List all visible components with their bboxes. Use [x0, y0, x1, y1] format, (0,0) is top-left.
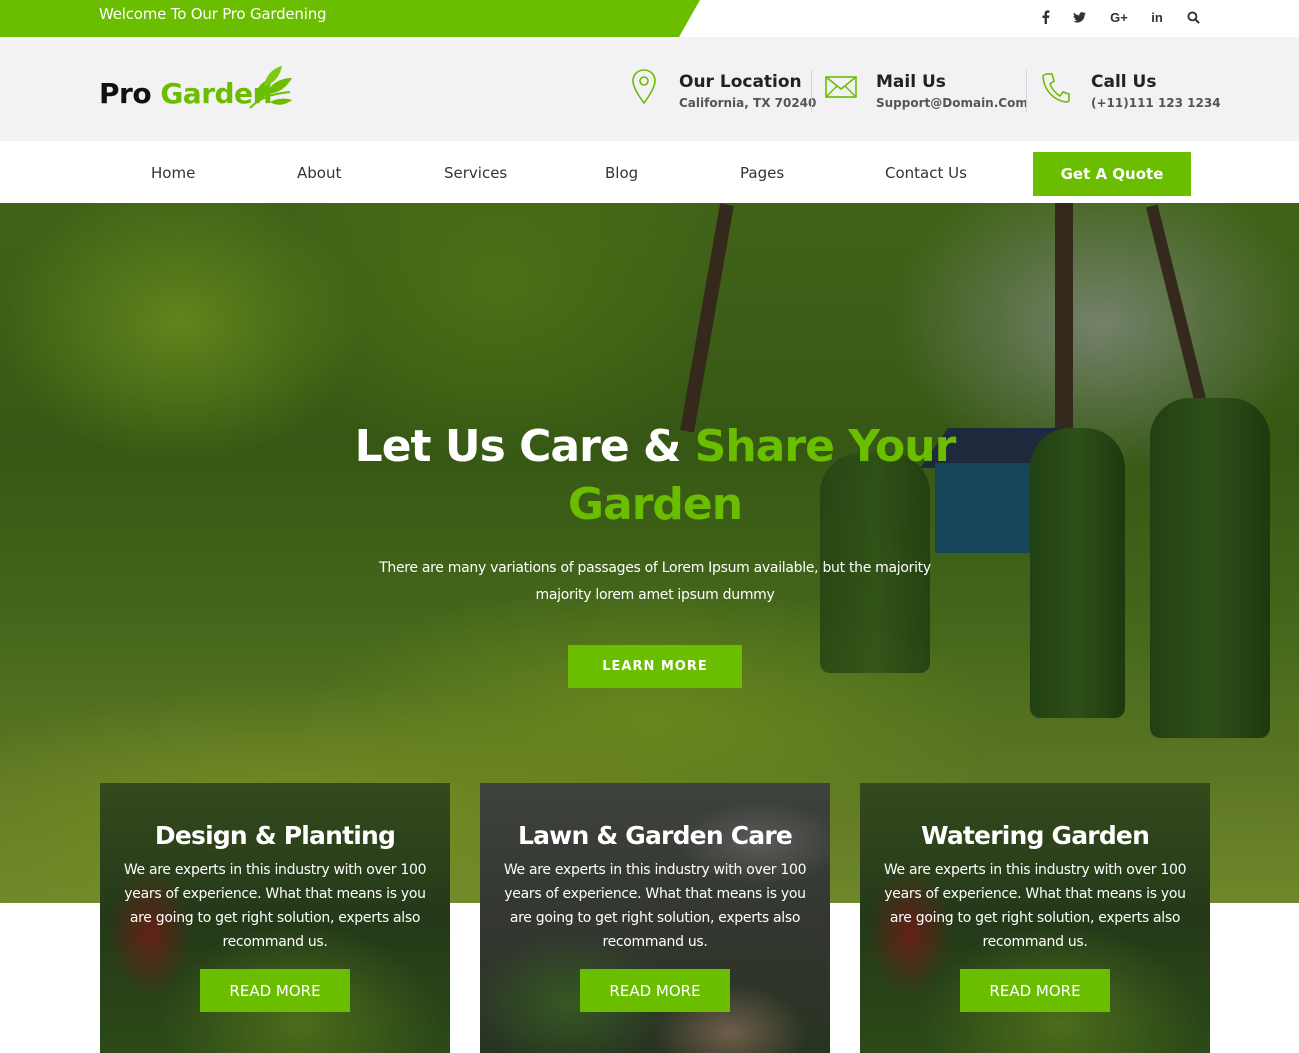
- header-divider: [811, 70, 812, 112]
- hero-description: There are many variations of passages of…: [379, 560, 931, 603]
- learn-more-button[interactable]: LEARN MORE: [568, 645, 742, 688]
- service-card-lawn-garden-care: Lawn & Garden Care We are experts in thi…: [480, 783, 830, 1053]
- hero-title: Let Us Care & Share Your Garden: [350, 418, 960, 534]
- twitter-icon[interactable]: [1068, 6, 1090, 28]
- google-plus-icon[interactable]: G+: [1107, 6, 1131, 28]
- search-icon[interactable]: [1182, 6, 1204, 28]
- read-more-button[interactable]: READ MORE: [960, 969, 1110, 1012]
- logo-text-pro: Pro: [99, 77, 152, 110]
- call-value[interactable]: (+11)111 123 1234: [1091, 96, 1221, 110]
- envelope-icon: [825, 76, 857, 98]
- top-bar: Welcome To Our Pro Gardening G+ in: [0, 0, 1299, 37]
- service-card-watering-garden: Watering Garden We are experts in this i…: [860, 783, 1210, 1053]
- card-title: Lawn & Garden Care: [517, 821, 793, 850]
- nav-item-contact-us[interactable]: Contact Us: [885, 164, 967, 182]
- mail-title: Mail Us: [876, 72, 946, 92]
- nav-item-blog[interactable]: Blog: [605, 164, 638, 182]
- card-text: We are experts in this industry with ove…: [883, 862, 1187, 950]
- location-value: California, TX 70240: [679, 96, 817, 110]
- mail-value[interactable]: Support@Domain.Com: [876, 96, 1028, 110]
- hero-title-white: Let Us Care &: [354, 421, 695, 472]
- nav-item-pages[interactable]: Pages: [740, 164, 784, 182]
- nav-item-services[interactable]: Services: [444, 164, 507, 182]
- read-more-button[interactable]: READ MORE: [580, 969, 730, 1012]
- leaf-logo-icon: [249, 66, 292, 109]
- call-title: Call Us: [1091, 72, 1157, 92]
- phone-icon: [1042, 73, 1070, 103]
- card-text: We are experts in this industry with ove…: [503, 862, 807, 950]
- nav-item-about[interactable]: About: [297, 164, 341, 182]
- service-card-design-planting: Design & Planting We are experts in this…: [100, 783, 450, 1053]
- welcome-text: Welcome To Our Pro Gardening: [99, 5, 327, 23]
- map-pin-icon: [632, 69, 656, 105]
- header-divider: [1026, 70, 1027, 112]
- nav-item-home[interactable]: Home: [151, 164, 195, 182]
- card-title: Watering Garden: [920, 821, 1150, 850]
- card-text: We are experts in this industry with ove…: [123, 862, 427, 950]
- location-title: Our Location: [679, 72, 802, 92]
- linkedin-icon[interactable]: in: [1146, 6, 1168, 28]
- read-more-button[interactable]: READ MORE: [200, 969, 350, 1012]
- get-a-quote-button[interactable]: Get A Quote: [1033, 152, 1191, 196]
- facebook-icon[interactable]: [1034, 6, 1056, 28]
- card-title: Design & Planting: [154, 821, 396, 850]
